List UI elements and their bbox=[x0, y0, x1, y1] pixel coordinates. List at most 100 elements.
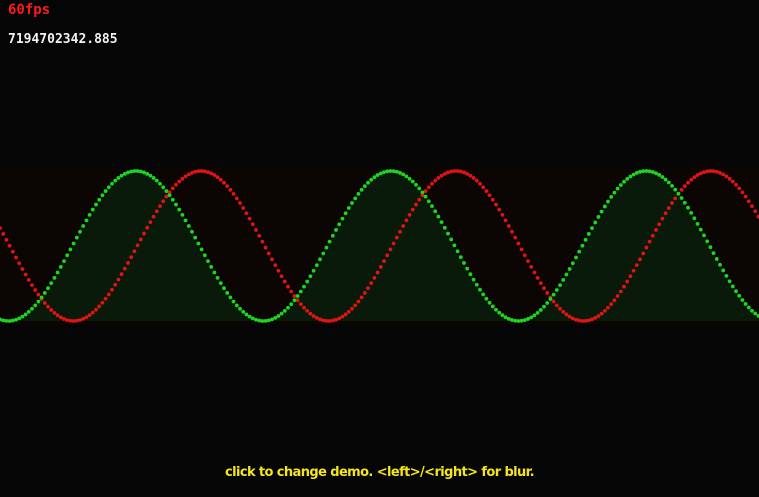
wave-dot bbox=[225, 184, 230, 188]
wave-dot bbox=[350, 201, 354, 205]
wave-dot bbox=[647, 239, 652, 244]
wave-dot bbox=[510, 229, 514, 234]
wave-dot bbox=[542, 286, 546, 291]
wave-dot bbox=[679, 187, 684, 192]
wave-dot bbox=[366, 286, 370, 291]
wave-dot bbox=[414, 182, 418, 187]
wave-dot bbox=[161, 199, 166, 204]
wave-dot bbox=[84, 218, 89, 223]
wave-dot bbox=[417, 197, 422, 202]
wave-dot bbox=[276, 314, 281, 318]
wave-dot bbox=[138, 169, 143, 174]
wave-dot bbox=[343, 312, 348, 317]
wave-dot bbox=[298, 289, 303, 294]
wave-dot bbox=[625, 279, 630, 284]
wave-dot bbox=[430, 181, 434, 186]
wave-dot bbox=[686, 205, 690, 210]
wave-dot bbox=[103, 189, 108, 193]
wave-dot bbox=[439, 173, 444, 178]
wave-dot bbox=[113, 282, 118, 287]
wave-dot bbox=[599, 311, 604, 316]
wave-dot bbox=[714, 257, 719, 261]
wave-dot bbox=[346, 206, 351, 210]
wave-dot bbox=[574, 317, 578, 322]
wave-dot bbox=[602, 204, 607, 209]
wave-dot bbox=[97, 197, 102, 202]
wave-dot bbox=[753, 311, 758, 316]
wave-dot bbox=[586, 232, 591, 236]
wave-dot bbox=[4, 237, 9, 242]
wave-dot bbox=[478, 287, 482, 292]
wave-dot bbox=[215, 276, 220, 280]
green-wave-fill bbox=[0, 171, 759, 321]
instructions-text[interactable]: click to change demo. <left>/<right> for… bbox=[0, 465, 759, 480]
wave-dot bbox=[276, 268, 281, 273]
wave-dot bbox=[20, 314, 25, 319]
wave-dot bbox=[212, 270, 217, 275]
wave-dot bbox=[215, 175, 220, 180]
wave-dot bbox=[462, 261, 466, 265]
wave-dot bbox=[609, 302, 614, 307]
wave-dot bbox=[750, 308, 754, 313]
wave-dot bbox=[612, 298, 617, 303]
wave-dot bbox=[241, 309, 246, 314]
wave-dot bbox=[337, 222, 342, 227]
wave-dot bbox=[561, 278, 566, 282]
wave-dot bbox=[638, 169, 642, 174]
demo-stage[interactable]: 60fps 7194702342.885 click to change dem… bbox=[0, 0, 759, 497]
wave-dot bbox=[55, 313, 60, 318]
wave-dot bbox=[106, 292, 111, 297]
wave-dot bbox=[94, 202, 98, 207]
wave-dot bbox=[74, 318, 79, 323]
wave-dot bbox=[497, 207, 502, 212]
wave-dot bbox=[721, 172, 726, 177]
wave-dot bbox=[458, 169, 463, 174]
wave-dot bbox=[644, 245, 649, 250]
wave-dot bbox=[426, 199, 431, 204]
wave-dot bbox=[94, 307, 98, 312]
wave-dot bbox=[673, 196, 678, 201]
wave-dot bbox=[359, 187, 364, 192]
wave-dot bbox=[369, 281, 374, 286]
wave-dot bbox=[110, 287, 114, 292]
wave-dot bbox=[26, 309, 31, 314]
wave-dot bbox=[727, 176, 732, 181]
wave-dot bbox=[292, 298, 297, 303]
wave-dot bbox=[407, 213, 412, 217]
wave-dot bbox=[622, 179, 626, 184]
wave-dot bbox=[734, 289, 738, 294]
wave-dot bbox=[250, 222, 255, 227]
wave-dot bbox=[193, 169, 198, 174]
wave-dot bbox=[567, 314, 572, 319]
wave-dot bbox=[97, 304, 102, 309]
wave-dot bbox=[484, 189, 489, 193]
wave-dot bbox=[564, 312, 569, 317]
wave-dot bbox=[49, 281, 54, 286]
wave-dot bbox=[478, 181, 482, 186]
wave-dot bbox=[615, 186, 620, 191]
time-counter: 7194702342.885 bbox=[8, 32, 118, 47]
wave-dot bbox=[724, 274, 729, 278]
wave-dot bbox=[174, 202, 178, 207]
wave-dot bbox=[612, 190, 617, 195]
wave-dot bbox=[449, 169, 454, 174]
wave-dot bbox=[615, 294, 620, 298]
wave-canvas[interactable] bbox=[0, 0, 759, 497]
wave-dot bbox=[321, 251, 326, 256]
wave-dot bbox=[196, 241, 201, 246]
wave-dot bbox=[10, 318, 15, 323]
wave-dot bbox=[36, 299, 41, 304]
wave-dot bbox=[474, 282, 479, 287]
wave-dot bbox=[378, 264, 383, 269]
wave-dot bbox=[542, 304, 546, 309]
wave-dot bbox=[1, 318, 6, 323]
wave-dot bbox=[721, 268, 726, 273]
wave-dot bbox=[212, 173, 217, 177]
wave-dot bbox=[302, 305, 306, 310]
wave-dot bbox=[148, 173, 153, 178]
wave-dot bbox=[180, 176, 185, 181]
wave-dot bbox=[52, 276, 57, 280]
wave-dot bbox=[129, 169, 134, 174]
wave-dot bbox=[641, 251, 646, 256]
wave-dot bbox=[260, 239, 265, 244]
